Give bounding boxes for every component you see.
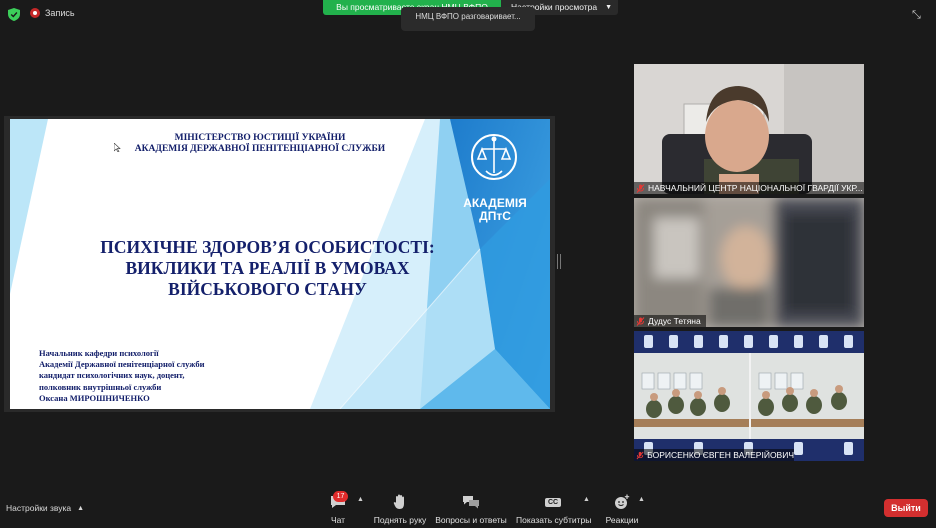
raise-hand-button[interactable]: Поднять руку [372, 493, 428, 525]
participant-name: НАВЧАЛЬНИЙ ЦЕНТР НАЦІОНАЛЬНОЇ ГВАРДІЇ УК… [648, 183, 863, 193]
record-icon [30, 8, 40, 18]
ministry-heading: МІНІСТЕРСТВО ЮСТИЦІЇ УКРАЇНИ АКАДЕМІЯ ДЕ… [70, 133, 450, 155]
audio-settings-label: Настройки звука [6, 503, 72, 513]
participant-name-bar: Дудус Тетяна [634, 315, 706, 327]
reactions-options-caret-icon[interactable]: ▲ [638, 496, 645, 503]
participant-tile[interactable]: Дудус Тетяна [634, 198, 864, 327]
author-line: Академії Державної пенітенціарної служби [39, 359, 205, 370]
author-line: Начальник кафедри психології [39, 348, 159, 358]
raise-hand-icon [393, 494, 404, 509]
chat-unread-badge: 17 [333, 491, 348, 502]
slide-title-line: ВИКЛИКИ ТА РЕАЛІЇ В УМОВАХ [125, 258, 410, 278]
mic-muted-icon [636, 183, 645, 193]
bottom-toolbar: Настройки звука ▲ Чат 17 ▲ Поднять руку … [0, 488, 936, 528]
top-bar: Запись Вы просматриваете экран НМЦ ВФПО … [0, 0, 936, 31]
author-line: полковник внутрішньої служби [39, 381, 162, 392]
participant-name-bar: БОРИСЕНКО ЄВГЕН ВАЛЕРІЙОВИЧ [634, 449, 794, 461]
reactions-label: Реакции [605, 515, 639, 525]
captions-icon-wrap: CC [516, 493, 590, 511]
participant-tile[interactable]: НАВЧАЛЬНИЙ ЦЕНТР НАЦІОНАЛЬНОЇ ГВАРДІЇ УК… [634, 64, 864, 194]
qa-icon [463, 495, 479, 508]
slide-title-line: ПСИХІЧНЕ ЗДОРОВ’Я ОСОБИСТОСТІ: [100, 237, 435, 257]
security-shield-icon[interactable] [8, 8, 20, 21]
chevron-down-icon: ▼ [605, 4, 612, 11]
slide-title: ПСИХІЧНЕ ЗДОРОВ’Я ОСОБИСТОСТІ: ВИКЛИКИ Т… [70, 237, 465, 300]
exit-fullscreen-icon[interactable]: ⤡ [912, 9, 921, 22]
reactions-button[interactable]: Реакции [604, 493, 640, 525]
mic-muted-icon [636, 316, 645, 326]
participant-name: Дудус Тетяна [648, 316, 701, 326]
smiley-plus-icon [615, 494, 630, 509]
leave-meeting-button[interactable]: Выйти [884, 499, 928, 517]
participant-name-bar: НАВЧАЛЬНИЙ ЦЕНТР НАЦІОНАЛЬНОЇ ГВАРДІЇ УК… [634, 182, 864, 194]
audio-settings-button[interactable]: Настройки звука ▲ [6, 503, 84, 513]
captions-options-caret-icon[interactable]: ▲ [583, 496, 590, 503]
chat-button[interactable]: Чат 17 [325, 491, 351, 525]
chat-options-caret-icon[interactable]: ▲ [357, 496, 364, 503]
raise-hand-label: Поднять руку [373, 515, 427, 525]
academy-emblem-icon [471, 134, 517, 180]
ministry-line: МІНІСТЕРСТВО ЮСТИЦІЇ УКРАЇНИ [174, 133, 346, 143]
academy-logo-line2: ДПтС [479, 209, 511, 223]
captions-label: Показать субтитры [516, 515, 592, 525]
chat-label: Чат [330, 515, 346, 525]
author-name: Оксана МИРОШНИЧЕНКО [39, 392, 150, 403]
reactions-icon-wrap [604, 493, 640, 511]
shared-slide: МІНІСТЕРСТВО ЮСТИЦІЇ УКРАЇНИ АКАДЕМІЯ ДЕ… [10, 119, 550, 409]
qa-icon-wrap [434, 493, 508, 511]
academy-logo-text: АКАДЕМІЯ ДПтС [440, 197, 550, 223]
participant-video [634, 64, 864, 194]
participant-video [634, 198, 864, 327]
mouse-pointer-icon [114, 143, 121, 152]
academy-line: АКАДЕМІЯ ДЕРЖАВНОЇ ПЕНІТЕНЦІАРНОЇ СЛУЖБИ [134, 144, 386, 154]
chevron-up-icon: ▲ [77, 504, 85, 512]
participant-tile[interactable]: БОРИСЕНКО ЄВГЕН ВАЛЕРІЙОВИЧ [634, 331, 864, 461]
slide-title-line: ВІЙСЬКОВОГО СТАНУ [168, 279, 367, 299]
qa-button[interactable]: Вопросы и ответы [434, 493, 508, 525]
qa-label: Вопросы и ответы [435, 515, 507, 525]
participant-name: БОРИСЕНКО ЄВГЕН ВАЛЕРІЙОВИЧ [647, 450, 794, 460]
participant-video [634, 331, 864, 461]
captions-button[interactable]: CC Показать субтитры [516, 493, 592, 525]
record-label: Запись [45, 8, 75, 18]
closed-captions-icon: CC [544, 497, 562, 507]
recording-indicator[interactable]: Запись [30, 8, 75, 18]
raise-hand-icon-wrap [372, 493, 428, 511]
mic-muted-icon [636, 451, 644, 459]
split-view-drag-handle[interactable] [557, 254, 561, 269]
author-block: Начальник кафедри психології Академії Де… [39, 348, 204, 404]
speaking-indicator: НМЦ ВФПО разговаривает... [401, 7, 535, 31]
author-line: кандидат психологічних наук, доцент, [39, 370, 185, 381]
